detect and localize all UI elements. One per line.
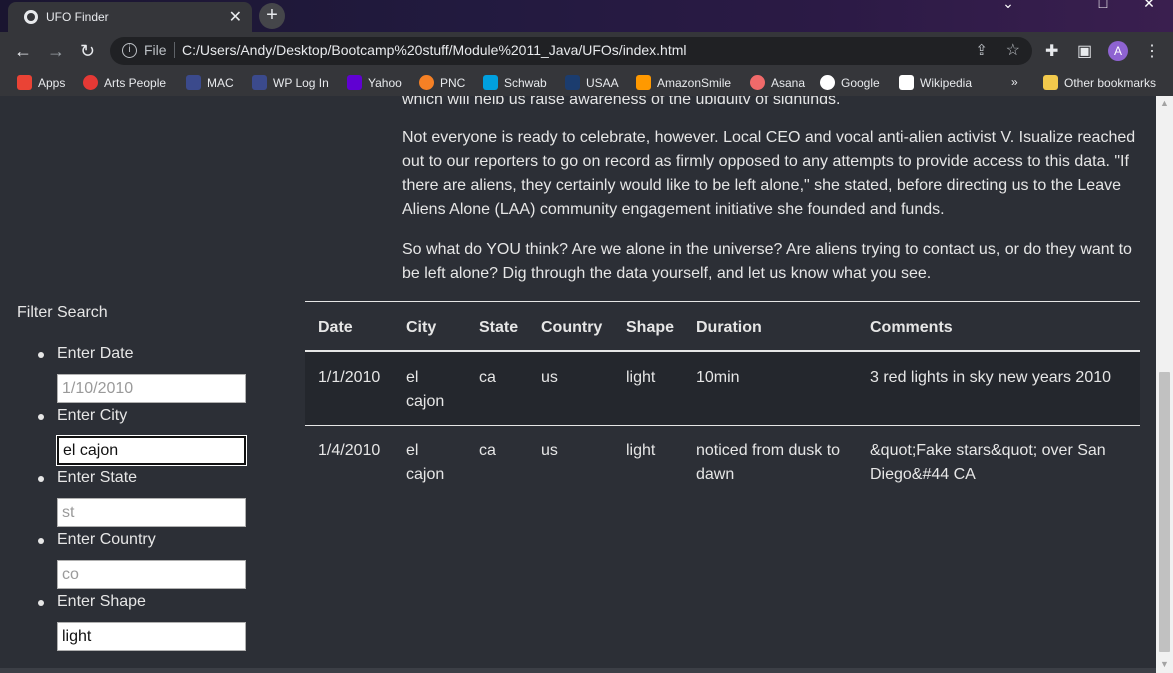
avatar[interactable]: A: [1108, 41, 1128, 61]
close-window-icon[interactable]: ✕: [1126, 0, 1172, 10]
bookmark-amazonsmile[interactable]: AmazonSmile: [636, 75, 731, 90]
date-input[interactable]: [57, 374, 246, 403]
wp-icon: [252, 75, 267, 90]
schwab-icon: [483, 75, 498, 90]
header-state: State: [479, 319, 519, 336]
globe-icon: [24, 10, 38, 24]
url-scheme: File: [144, 42, 167, 58]
header-city: City: [406, 319, 437, 336]
heart-icon: [83, 75, 98, 90]
cell-shape: light: [626, 442, 656, 459]
city-input[interactable]: [56, 435, 247, 466]
header-shape: Shape: [626, 319, 675, 336]
apps-grid-icon: [17, 75, 32, 90]
country-input[interactable]: [57, 560, 246, 589]
maximize-icon[interactable]: □: [1080, 0, 1126, 10]
yahoo-icon: [347, 75, 362, 90]
state-label: Enter State: [37, 469, 138, 486]
cell-city: cajon: [406, 466, 445, 483]
bookmark-google[interactable]: Google: [820, 75, 880, 90]
shape-label: Enter Shape: [38, 593, 146, 610]
pnc-icon: [419, 75, 434, 90]
address-bar[interactable]: i File C:/Users/Andy/Desktop/Bootcamp%20…: [110, 37, 1032, 65]
cell-comments: Diego&#44 CA: [870, 466, 976, 483]
table-row-divider: [305, 425, 1140, 426]
header-duration: Duration: [696, 319, 762, 336]
cell-shape: light: [626, 369, 656, 386]
usaa-icon: [565, 75, 580, 90]
folder-icon: [1043, 75, 1058, 90]
cell-city: el: [406, 442, 419, 459]
article-partial-line: which will help us raise awareness of th…: [402, 96, 1147, 104]
cell-state: ca: [479, 369, 496, 386]
side-panel-icon[interactable]: ▣: [1077, 41, 1092, 61]
bookmarks-bar: Apps Arts People MAC WP Log In Yahoo PNC…: [0, 70, 1173, 96]
scrollbar-thumb[interactable]: [1159, 372, 1170, 652]
amazon-icon: [636, 75, 651, 90]
share-icon[interactable]: ⇪: [975, 41, 988, 59]
bookmark-pnc[interactable]: PNC: [419, 75, 465, 90]
cell-state: ca: [479, 442, 496, 459]
page-content: which will help us raise awareness of th…: [0, 96, 1156, 673]
cell-comments: 3 red lights in sky new years 2010: [870, 369, 1112, 386]
asana-icon: [750, 75, 765, 90]
minimize-icon[interactable]: ⌄: [985, 0, 1031, 10]
header-date: Date: [318, 319, 353, 336]
tab-title: UFO Finder: [46, 10, 109, 24]
tab-close-icon[interactable]: ✕: [229, 7, 242, 27]
filter-search-title: Filter Search: [17, 304, 108, 321]
bookmark-mac[interactable]: MAC: [186, 75, 234, 90]
table-top-border: [305, 301, 1140, 302]
bookmarks-overflow-icon[interactable]: »: [1011, 75, 1018, 89]
bookmark-asana[interactable]: Asana: [750, 75, 805, 90]
info-icon[interactable]: i: [122, 43, 137, 58]
cell-duration: noticed from dusk to: [696, 442, 841, 459]
url-text[interactable]: C:/Users/Andy/Desktop/Bootcamp%20stuff/M…: [182, 42, 687, 58]
cell-date: 1/1/2010: [318, 369, 381, 386]
menu-icon[interactable]: ⋮: [1144, 41, 1160, 61]
scroll-down-icon[interactable]: ▼: [1160, 659, 1169, 669]
extensions-icon[interactable]: ✚: [1045, 41, 1058, 61]
new-tab-button[interactable]: +: [259, 3, 285, 29]
bookmark-wikipedia[interactable]: Wikipedia: [899, 75, 972, 90]
city-label: Enter City: [37, 407, 128, 424]
page-scrollbar[interactable]: ▲ ▼: [1156, 96, 1173, 673]
forward-icon[interactable]: →: [47, 41, 65, 62]
cell-country: us: [541, 442, 558, 459]
cell-country: us: [541, 369, 558, 386]
taskbar-edge: [0, 668, 1156, 673]
back-icon[interactable]: ←: [14, 41, 32, 62]
mac-icon: [186, 75, 201, 90]
article-paragraph: Not everyone is ready to celebrate, howe…: [402, 129, 1136, 218]
bookmark-usaa[interactable]: USAA: [565, 75, 619, 90]
bookmark-wp-log-in[interactable]: WP Log In: [252, 75, 329, 90]
browser-toolbar: ← → ↻ i File C:/Users/Andy/Desktop/Bootc…: [0, 32, 1173, 70]
country-label: Enter Country: [38, 531, 156, 548]
cell-city: cajon: [406, 393, 445, 410]
divider: [174, 42, 175, 58]
header-country: Country: [541, 319, 603, 336]
date-label: Enter Date: [37, 345, 134, 362]
cell-city: el: [406, 369, 419, 386]
cell-date: 1/4/2010: [318, 442, 381, 459]
shape-input[interactable]: [57, 622, 246, 651]
cell-comments: &quot;Fake stars&quot; over San: [870, 442, 1106, 459]
bookmark-apps[interactable]: Apps: [17, 75, 65, 90]
google-icon: [820, 75, 835, 90]
bookmark-yahoo[interactable]: Yahoo: [347, 75, 402, 90]
header-comments: Comments: [870, 319, 953, 336]
browser-title-bar: UFO Finder ✕ + ⌄ □ ✕: [0, 0, 1173, 32]
other-bookmarks[interactable]: Other bookmarks: [1043, 75, 1156, 90]
bookmark-arts-people[interactable]: Arts People: [83, 75, 166, 90]
article-paragraph: So what do YOU think? Are we alone in th…: [402, 241, 1132, 282]
bookmark-schwab[interactable]: Schwab: [483, 75, 547, 90]
cell-duration: dawn: [696, 466, 735, 483]
scroll-up-icon[interactable]: ▲: [1160, 98, 1169, 108]
cell-duration: 10min: [696, 369, 740, 386]
browser-tab[interactable]: UFO Finder ✕: [8, 2, 252, 32]
wikipedia-icon: [899, 75, 914, 90]
state-input[interactable]: [57, 498, 246, 527]
reload-icon[interactable]: ↻: [80, 41, 95, 62]
bookmark-star-icon[interactable]: ☆: [1006, 40, 1020, 60]
